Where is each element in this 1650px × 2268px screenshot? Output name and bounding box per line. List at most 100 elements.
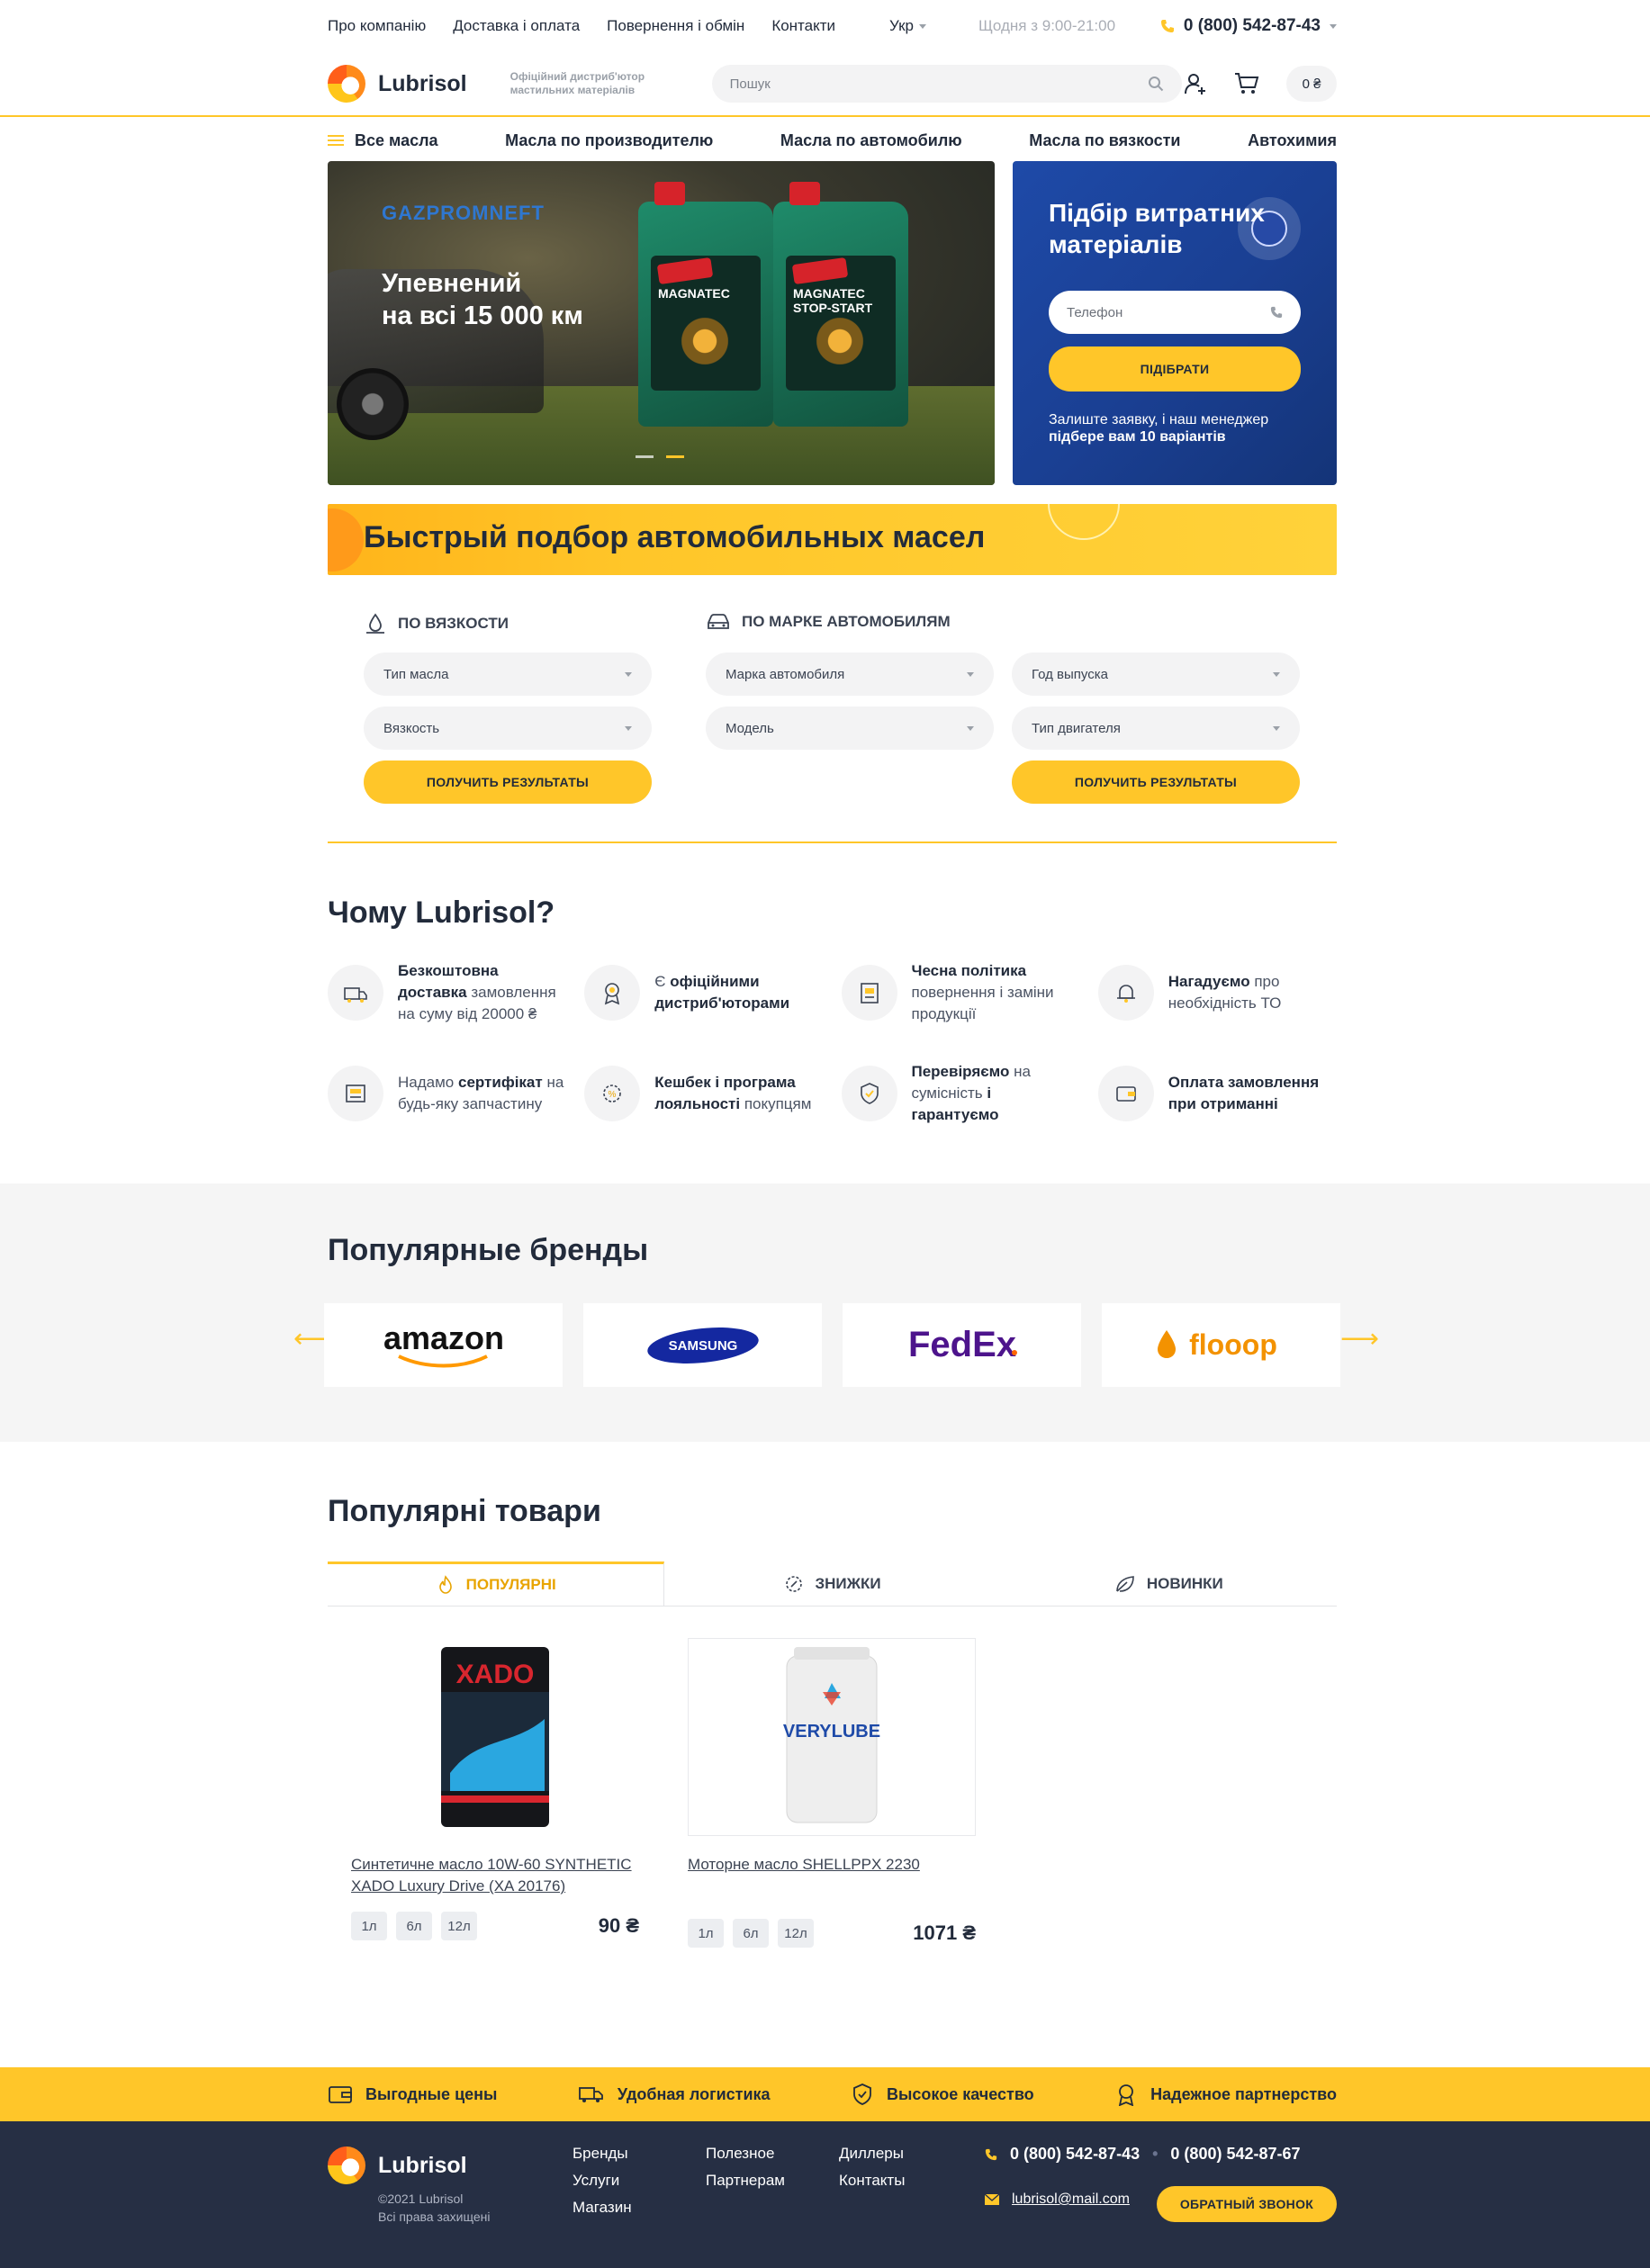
top-link-delivery[interactable]: Доставка і оплата: [453, 17, 580, 35]
footer-link-dealers[interactable]: Диллеры: [839, 2145, 905, 2163]
footer-phone-2[interactable]: 0 (800) 542-87-67: [1170, 2145, 1300, 2164]
document-icon: [841, 965, 897, 1021]
product-card[interactable]: VERYLUBE Моторне масло SHELLPPX 2230 1л …: [688, 1638, 976, 1948]
brand-card-samsung[interactable]: SAMSUNG: [583, 1303, 822, 1387]
feature-item: Надамо сертифікат на будь-яку запчастину: [328, 1062, 566, 1125]
footer-email-link[interactable]: lubrisol@mail.com: [1012, 2192, 1130, 2208]
footer-link-brands[interactable]: Бренды: [573, 2145, 632, 2163]
filter-brand-title: ПО МАРКЕ АВТОМОБИЛЯМ: [742, 613, 951, 630]
svg-text:VERYLUBE: VERYLUBE: [783, 1722, 880, 1742]
footer-link-shop[interactable]: Магазин: [573, 2199, 632, 2217]
filter-brand-heading: ПО МАРКЕ АВТОМОБИЛЯМ: [706, 612, 951, 632]
why-section: Чому Lubrisol? Безкоштовна доставка замо…: [328, 896, 1337, 1130]
slider-dots: [636, 455, 684, 458]
phone-separator: •: [1152, 2145, 1159, 2163]
phone-input[interactable]: [1067, 304, 1270, 320]
volume-option[interactable]: 1л: [351, 1912, 387, 1940]
footer-logo[interactable]: Lubrisol: [328, 2146, 467, 2184]
svg-text:amazon: amazon: [383, 1319, 503, 1356]
model-select[interactable]: Модель: [706, 706, 994, 750]
brand-card-fedex[interactable]: FedEx: [843, 1303, 1081, 1387]
footer-phone-1[interactable]: 0 (800) 542-87-43: [1010, 2145, 1140, 2164]
search-input[interactable]: [729, 76, 1148, 92]
product-card[interactable]: XADO Синтетичне масло 10W-60 SYNTHETIC X…: [351, 1638, 639, 1940]
svg-text:flooop: flooop: [1189, 1328, 1277, 1361]
menu-icon: [328, 135, 344, 146]
brand-card-flooop[interactable]: flooop: [1102, 1303, 1340, 1387]
header-actions: 0 ₴: [1184, 66, 1337, 102]
select-button[interactable]: ПІДІБРАТИ: [1049, 346, 1301, 392]
xado-barrel-image: XADO: [441, 1647, 549, 1827]
volume-option[interactable]: 12л: [441, 1912, 477, 1940]
car-results-button[interactable]: ПОЛУЧИТЬ РЕЗУЛЬТАТЫ: [1012, 760, 1300, 804]
chevron-down-icon: [1273, 671, 1280, 677]
user-add-icon[interactable]: [1184, 72, 1207, 95]
viscosity-results-button[interactable]: ПОЛУЧИТЬ РЕЗУЛЬТАТЫ: [364, 760, 652, 804]
product-image[interactable]: XADO: [351, 1638, 639, 1836]
feature-text: Надамо сертифікат на будь-яку запчастину: [398, 1074, 564, 1112]
year-select[interactable]: Год выпуска: [1012, 652, 1300, 696]
footer-link-services[interactable]: Услуги: [573, 2172, 632, 2190]
nav-all-label: Все масла: [355, 130, 438, 149]
oil-type-select[interactable]: Тип масла: [364, 652, 652, 696]
volume-option[interactable]: 6л: [733, 1919, 769, 1948]
top-link-returns[interactable]: Повернення і обмін: [607, 17, 744, 35]
nav-by-car[interactable]: Масла по автомобилю: [780, 131, 962, 150]
logo[interactable]: Lubrisol: [328, 65, 467, 103]
top-bar: Про компанію Доставка і оплата Поверненн…: [328, 0, 1337, 52]
search-icon[interactable]: [1148, 76, 1164, 92]
callback-button[interactable]: ОБРАТНЫЙ ЗВОНОК: [1157, 2186, 1337, 2222]
flooop-logo: flooop: [1157, 1328, 1277, 1361]
tab-new[interactable]: НОВИНКИ: [1001, 1562, 1337, 1606]
filter-viscosity-heading: ПО ВЯЗКОСТИ: [364, 612, 509, 635]
chevron-down-icon: [967, 725, 974, 731]
nav-autochemistry[interactable]: Автохимия: [1248, 131, 1337, 150]
mail-icon: [985, 2194, 999, 2205]
volume-option[interactable]: 1л: [688, 1919, 724, 1948]
bell-icon: [1097, 965, 1154, 1021]
footer-logo-text: Lubrisol: [378, 2152, 467, 2178]
slider-dot[interactable]: [636, 455, 654, 458]
hero-banner[interactable]: GAZPROMNEFT Упевнений на всі 15 000 км M…: [328, 161, 995, 485]
nav-all-oils[interactable]: Все масла: [328, 131, 438, 150]
advantage-item: Высокое качество: [851, 2083, 1034, 2106]
viscosity-select[interactable]: Вязкость: [364, 706, 652, 750]
selector-title: Підбір витратних матеріалів: [1049, 199, 1265, 258]
phone-icon: [985, 2148, 997, 2160]
volume-option[interactable]: 6л: [396, 1912, 432, 1940]
cart-total[interactable]: 0 ₴: [1286, 66, 1337, 102]
nav-by-viscosity[interactable]: Масла по вязкости: [1029, 131, 1180, 150]
arrow-right-icon[interactable]: ⟶: [1340, 1323, 1379, 1354]
language-select[interactable]: Укр: [889, 17, 926, 35]
tab-popular-label: ПОПУЛЯРНІ: [465, 1576, 556, 1593]
tab-discounts[interactable]: ЗНИЖКИ: [664, 1562, 1000, 1606]
brand-card-amazon[interactable]: amazon: [324, 1303, 563, 1387]
year-value: Год выпуска: [1032, 666, 1108, 682]
product-name[interactable]: Синтетичне масло 10W-60 SYNTHETIC XADO L…: [351, 1854, 639, 1897]
products-title: Популярні товари: [328, 1494, 601, 1528]
quick-select-banner: Быстрый подбор автомобильных масел: [328, 504, 1337, 575]
footer-link-partners[interactable]: Партнерам: [706, 2172, 785, 2190]
advantage-label: Высокое качество: [887, 2084, 1034, 2103]
product-name[interactable]: Моторне масло SHELLPPX 2230: [688, 1854, 976, 1876]
car-brand-select[interactable]: Марка автомобиля: [706, 652, 994, 696]
top-phone[interactable]: 0 (800) 542-87-43: [1160, 16, 1337, 36]
product-image[interactable]: VERYLUBE: [688, 1638, 976, 1836]
oil-can-1: MAGNATEC: [638, 182, 773, 427]
top-link-contacts[interactable]: Контакти: [771, 17, 835, 35]
footer-link-useful[interactable]: Полезное: [706, 2145, 785, 2163]
tab-popular[interactable]: ПОПУЛЯРНІ: [328, 1562, 665, 1606]
brands-section: Популярные бренды ⟵ amazon SAMSUNG FedEx…: [293, 1233, 1379, 1395]
cart-icon[interactable]: [1234, 72, 1259, 95]
feature-text: Кешбек і програма лояльності покупцям: [654, 1074, 812, 1112]
engine-select[interactable]: Тип двигателя: [1012, 706, 1300, 750]
slider-dot-active[interactable]: [666, 455, 684, 458]
footer-link-contacts[interactable]: Контакты: [839, 2172, 905, 2190]
logo-icon: [328, 2146, 365, 2184]
nav-by-manufacturer[interactable]: Масла по производителю: [505, 131, 713, 150]
selector-note-bold: підбере вам 10 варіантів: [1049, 429, 1226, 445]
model-value: Модель: [726, 720, 774, 736]
top-link-about[interactable]: Про компанію: [328, 17, 426, 35]
wallet-icon: [1097, 1066, 1154, 1121]
volume-option[interactable]: 12л: [778, 1919, 814, 1948]
